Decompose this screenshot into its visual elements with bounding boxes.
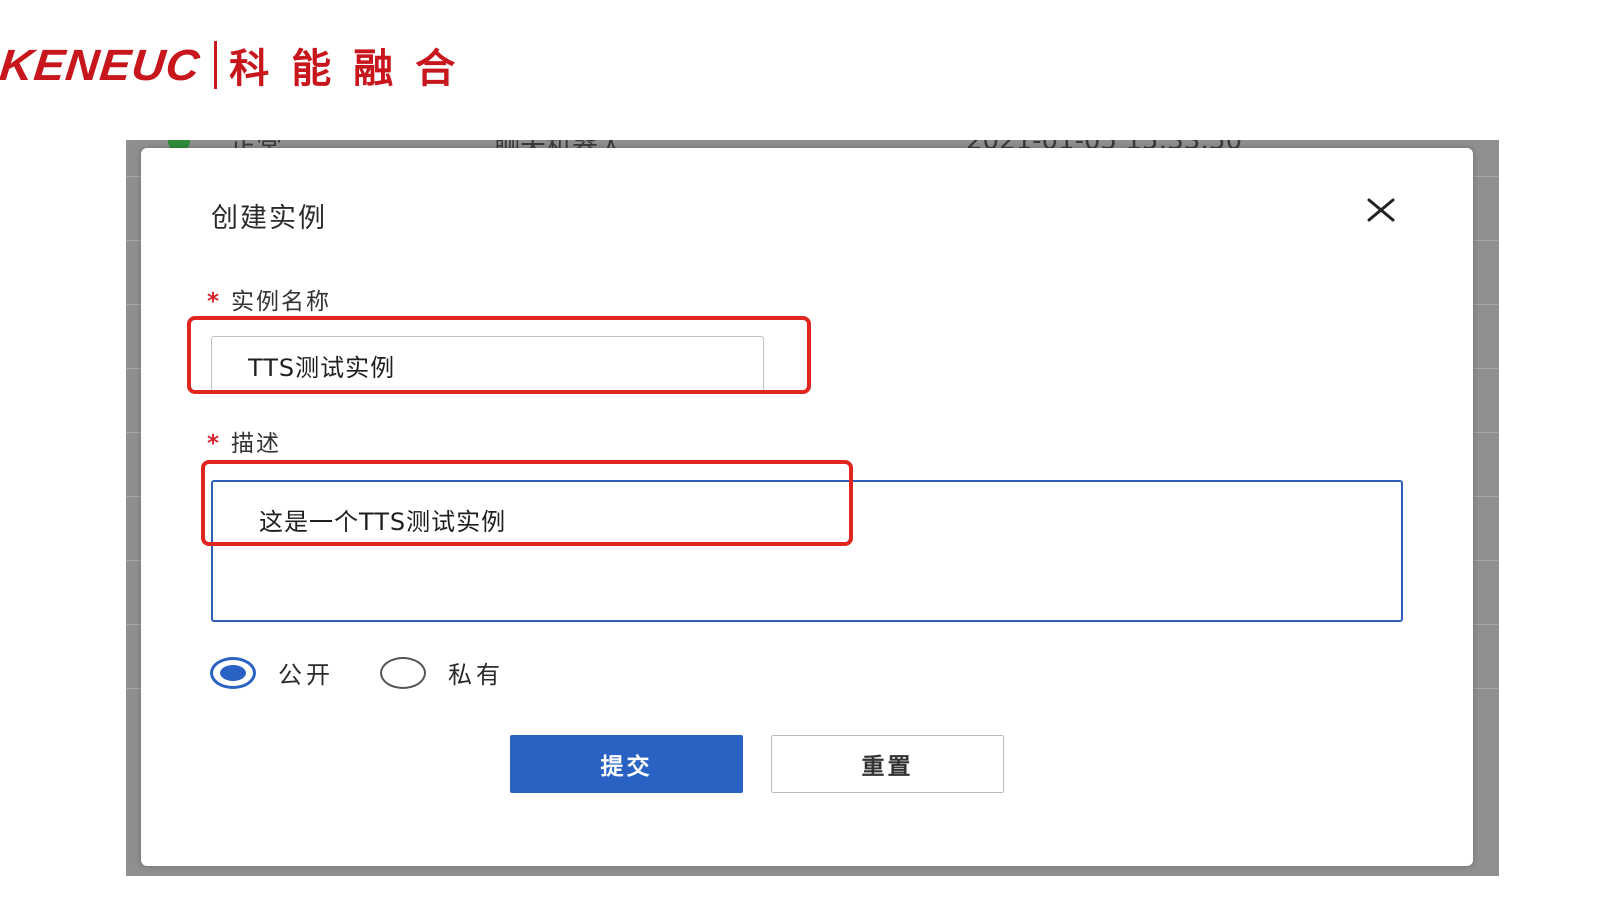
description-label-text: 描述 [231, 431, 282, 457]
brand-name-en: KENEUC [0, 40, 203, 90]
radio-public[interactable]: 公开 [210, 655, 334, 690]
radio-public-indicator[interactable] [210, 656, 256, 689]
close-icon [1367, 198, 1395, 222]
description-textarea[interactable]: 这是一个TTS测试实例 [211, 480, 1403, 622]
brand-divider [214, 41, 218, 89]
radio-private-indicator[interactable] [380, 656, 426, 689]
reset-button[interactable]: 重置 [771, 735, 1004, 793]
description-label: * 描述 [207, 424, 281, 458]
radio-private-label: 私有 [448, 661, 504, 689]
instance-name-label: * 实例名称 [207, 282, 331, 316]
brand-name-cn: 科能融合 [229, 46, 478, 92]
radio-public-label: 公开 [278, 661, 334, 689]
brand-logo: KENEUC 科能融合 [0, 38, 477, 92]
create-instance-dialog: 创建实例 * 实例名称 * 描述 这是一个TTS测试实例 公开 [141, 148, 1473, 866]
screen: KENEUC 科能融合 正常 聊天机器人 2021-01-05 15:33:50… [0, 0, 1600, 900]
instance-name-label-text: 实例名称 [231, 289, 332, 315]
radio-private[interactable]: 私有 [380, 655, 504, 690]
dialog-title: 创建实例 [211, 203, 327, 234]
required-mark: * [207, 431, 222, 457]
visibility-radio-group: 公开 私有 [210, 655, 550, 690]
required-mark: * [207, 289, 222, 315]
instance-name-input[interactable] [211, 336, 764, 394]
close-button[interactable] [1361, 190, 1401, 230]
submit-button[interactable]: 提交 [510, 735, 743, 793]
